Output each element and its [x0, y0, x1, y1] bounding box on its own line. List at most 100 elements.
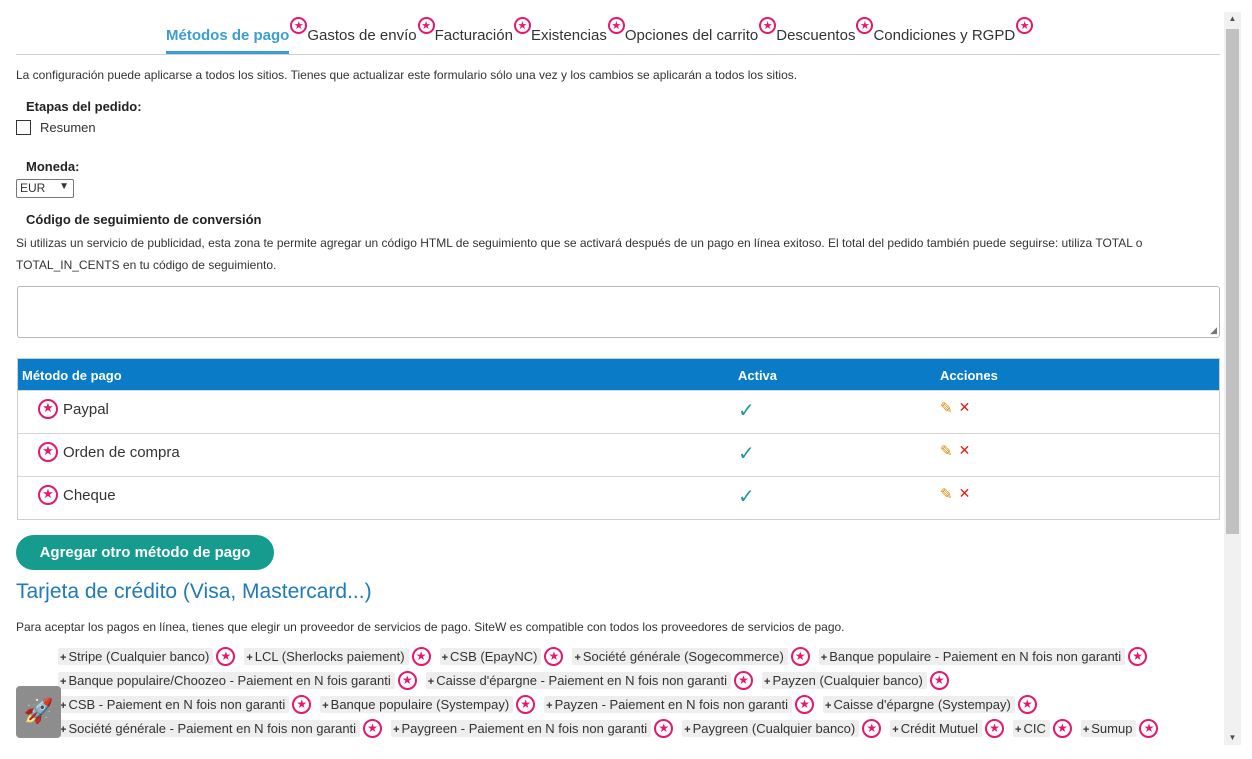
provider-item[interactable]: + CSB - Paiement en N fois non garanti ★: [58, 694, 312, 715]
provider-name[interactable]: + Banque populaire - Paiement en N fois n…: [818, 648, 1126, 665]
star-badge-icon[interactable]: ★: [38, 485, 58, 505]
provider-item[interactable]: + Banque populaire - Paiement en N fois n…: [818, 646, 1148, 667]
star-badge-icon[interactable]: ★: [544, 647, 564, 666]
scroll-down-arrow-icon[interactable]: ▼: [1224, 731, 1241, 745]
provider-name[interactable]: + Banque populaire (Systempay): [320, 696, 514, 713]
star-badge-icon[interactable]: ★: [516, 695, 536, 714]
star-badge-icon[interactable]: ★: [790, 647, 810, 666]
provider-name[interactable]: + Caisse d'épargne (Systempay): [823, 696, 1015, 713]
star-badge-icon[interactable]: ★: [856, 17, 874, 34]
close-icon[interactable]: ✕: [959, 442, 971, 460]
provider-label: CSB - Paiement en N fois non garanti: [68, 697, 286, 712]
star-badge-icon[interactable]: ★: [397, 671, 417, 690]
summary-checkbox[interactable]: [16, 120, 31, 135]
rocket-icon[interactable]: 🚀: [16, 686, 61, 738]
provider-name[interactable]: + Sumup: [1080, 720, 1137, 737]
provider-label: LCL (Sherlocks paiement): [254, 649, 405, 664]
provider-name[interactable]: + Paygreen - Paiement en N fois non garan…: [391, 720, 652, 737]
provider-name[interactable]: + LCL (Sherlocks paiement): [244, 648, 409, 665]
pencil-icon[interactable]: ✎: [940, 485, 953, 503]
provider-item[interactable]: + Banque populaire/Choozeo - Paiement en …: [58, 670, 417, 691]
star-badge-icon[interactable]: ★: [929, 671, 949, 690]
resize-grip-icon[interactable]: ◢: [1210, 325, 1217, 336]
provider-item[interactable]: + Société générale - Paiement en N fois n…: [58, 718, 383, 739]
plus-icon: +: [574, 652, 581, 664]
provider-name[interactable]: + Stripe (Cualquier banco): [58, 648, 214, 665]
provider-name[interactable]: + Banque populaire/Choozeo - Paiement en …: [58, 672, 395, 689]
provider-name[interactable]: + Société générale - Paiement en N fois n…: [58, 720, 361, 737]
table-row: ★ Orden de compra ✓ ✎ ✕: [18, 433, 1219, 476]
add-payment-method-button[interactable]: Agregar otro método de pago: [16, 535, 274, 570]
close-icon[interactable]: ✕: [959, 399, 971, 417]
close-icon[interactable]: ✕: [959, 485, 971, 503]
star-badge-icon[interactable]: ★: [292, 695, 312, 714]
pencil-icon[interactable]: ✎: [940, 442, 953, 460]
provider-item[interactable]: + Caisse d'épargne (Systempay) ★: [823, 694, 1037, 715]
provider-name[interactable]: + Payzen (Cualquier banco): [762, 672, 927, 689]
star-badge-icon[interactable]: ★: [985, 719, 1004, 738]
provider-item[interactable]: + CSB (EpayNC) ★: [439, 646, 564, 667]
star-badge-icon[interactable]: ★: [1017, 695, 1037, 714]
vertical-scrollbar[interactable]: ▲ ▼: [1224, 12, 1241, 745]
provider-name[interactable]: + CSB - Paiement en N fois non garanti: [58, 696, 290, 713]
tracking-label: Código de seguimiento de conversión: [26, 212, 262, 227]
summary-option[interactable]: Resumen: [16, 120, 96, 135]
star-badge-icon[interactable]: ★: [216, 647, 236, 666]
provider-item[interactable]: + Payzen - Paiement en N fois non garanti…: [544, 694, 815, 715]
provider-item[interactable]: + Crédit Mutuel ★: [890, 718, 1004, 739]
star-badge-icon[interactable]: ★: [1139, 719, 1159, 738]
chevron-down-icon: ▼: [59, 181, 69, 192]
provider-item[interactable]: + Caisse d'épargne - Paiement en N fois n…: [425, 670, 754, 691]
star-badge-icon[interactable]: ★: [513, 17, 531, 34]
tab-shipping[interactable]: Gastos de envío: [307, 20, 416, 53]
provider-label: Caisse d'épargne - Paiement en N fois no…: [436, 673, 728, 688]
provider-item[interactable]: + Payzen (Cualquier banco) ★: [762, 670, 949, 691]
star-badge-icon[interactable]: ★: [1016, 17, 1034, 34]
star-badge-icon[interactable]: ★: [417, 17, 435, 34]
star-badge-icon[interactable]: ★: [1052, 719, 1072, 738]
tab-stock[interactable]: Existencias: [531, 20, 607, 53]
provider-name[interactable]: + Société générale (Sogecommerce): [572, 648, 788, 665]
provider-name[interactable]: + Paygreen (Cualquier banco): [682, 720, 860, 737]
provider-label: Payzen - Paiement en N fois non garanti: [554, 697, 789, 712]
tab-discounts[interactable]: Descuentos: [776, 20, 855, 53]
provider-name[interactable]: + CIC: [1013, 720, 1050, 737]
provider-item[interactable]: + Paygreen - Paiement en N fois non garan…: [391, 718, 674, 739]
star-badge-icon[interactable]: ★: [795, 695, 815, 714]
provider-name[interactable]: + CSB (EpayNC): [439, 648, 542, 665]
provider-name[interactable]: + Crédit Mutuel: [890, 720, 982, 737]
star-badge-icon[interactable]: ★: [759, 17, 777, 34]
star-badge-icon[interactable]: ★: [411, 647, 431, 666]
provider-item[interactable]: + Stripe (Cualquier banco) ★: [58, 646, 236, 667]
tab-billing[interactable]: Facturación: [435, 20, 513, 53]
star-badge-icon[interactable]: ★: [290, 17, 308, 34]
currency-select[interactable]: EUR ▼: [16, 179, 74, 198]
plus-icon: +: [246, 652, 253, 664]
provider-item[interactable]: + Banque populaire (Systempay) ★: [320, 694, 536, 715]
scrollbar-thumb[interactable]: [1226, 29, 1239, 534]
star-badge-icon[interactable]: ★: [1128, 647, 1148, 666]
plus-icon: +: [684, 724, 691, 736]
provider-item[interactable]: + LCL (Sherlocks paiement) ★: [244, 646, 431, 667]
provider-item[interactable]: + Société générale (Sogecommerce) ★: [572, 646, 810, 667]
provider-label: Caisse d'épargne (Systempay): [833, 697, 1011, 712]
tab-payment-methods[interactable]: Métodos de pago: [166, 20, 290, 54]
pencil-icon[interactable]: ✎: [940, 399, 953, 417]
provider-name[interactable]: + Caisse d'épargne - Paiement en N fois n…: [425, 672, 732, 689]
tracking-code-textarea[interactable]: ◢: [17, 286, 1220, 338]
star-badge-icon[interactable]: ★: [363, 719, 383, 738]
provider-item[interactable]: + Sumup ★: [1080, 718, 1159, 739]
provider-item[interactable]: + CIC ★: [1013, 718, 1072, 739]
scroll-up-arrow-icon[interactable]: ▲: [1224, 12, 1241, 26]
star-badge-icon[interactable]: ★: [607, 17, 625, 34]
star-badge-icon[interactable]: ★: [654, 719, 674, 738]
provider-item[interactable]: + Paygreen (Cualquier banco) ★: [682, 718, 882, 739]
star-badge-icon[interactable]: ★: [38, 442, 58, 462]
tab-bar: Métodos de pago ★ Gastos de envío ★ Fact…: [16, 14, 1220, 55]
tab-terms-gdpr[interactable]: Condiciones y RGPD: [873, 20, 1015, 53]
star-badge-icon[interactable]: ★: [38, 399, 58, 419]
star-badge-icon[interactable]: ★: [862, 719, 882, 738]
provider-name[interactable]: + Payzen - Paiement en N fois non garanti: [544, 696, 793, 713]
tab-cart-options[interactable]: Opciones del carrito: [625, 20, 758, 53]
star-badge-icon[interactable]: ★: [734, 671, 754, 690]
